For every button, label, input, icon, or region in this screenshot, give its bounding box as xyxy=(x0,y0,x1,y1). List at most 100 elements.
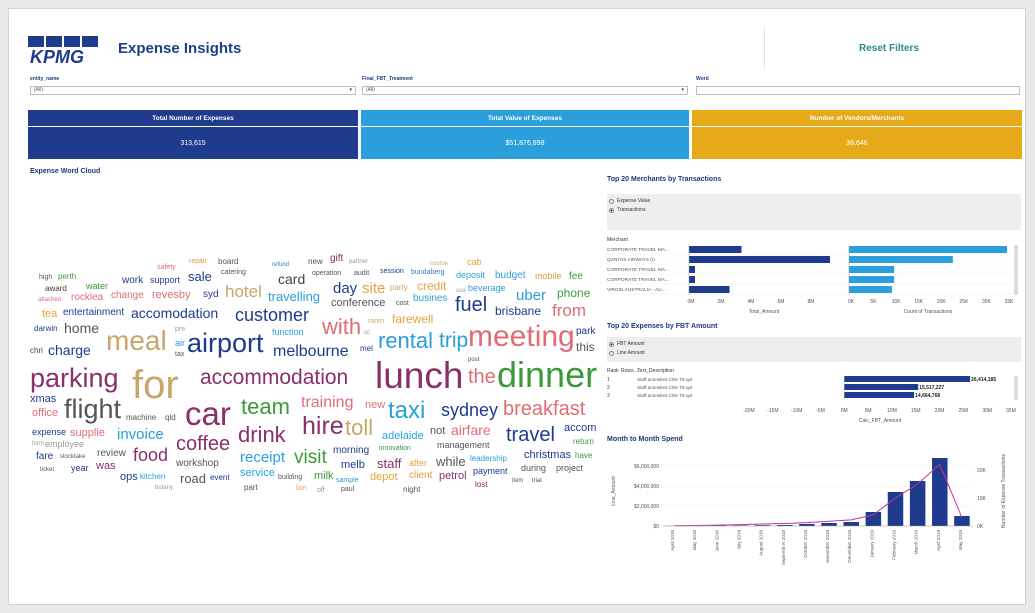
word-cloud-word[interactable]: lion xyxy=(296,485,307,492)
word-cloud-word[interactable]: petrol xyxy=(439,471,467,482)
word-cloud-word[interactable]: gift xyxy=(330,254,343,264)
word-cloud-word[interactable]: sample xyxy=(336,477,359,484)
word-cloud-word[interactable]: qld xyxy=(165,414,176,422)
word-cloud-word[interactable]: syd xyxy=(203,290,219,300)
word-cloud-word[interactable]: staff xyxy=(377,457,401,470)
word-cloud-word[interactable]: credit xyxy=(417,280,446,292)
word-cloud-word[interactable]: travel xyxy=(506,425,555,445)
word-cloud-word[interactable]: travelling xyxy=(268,290,320,303)
word-cloud-word[interactable]: item xyxy=(512,478,523,484)
word-cloud-word[interactable]: accommodation xyxy=(200,367,348,388)
word-cloud-word[interactable]: function xyxy=(272,328,304,337)
word-cloud-word[interactable]: party xyxy=(390,284,408,292)
word-cloud-word[interactable]: kitchen xyxy=(140,473,165,481)
word-cloud-word[interactable]: audit xyxy=(354,270,369,277)
word-cloud-word[interactable]: uber xyxy=(516,288,546,303)
word-cloud-word[interactable]: melb xyxy=(341,460,365,471)
word-cloud-word[interactable]: cab xyxy=(467,258,482,267)
word-cloud-word[interactable]: expense xyxy=(32,428,66,437)
word-cloud-word[interactable]: fee xyxy=(569,272,583,282)
word-cloud-word[interactable]: service xyxy=(240,468,275,479)
word-cloud-word[interactable]: flight xyxy=(64,396,121,423)
word-cloud-word[interactable]: safety xyxy=(157,264,176,271)
radio-fbt-amount[interactable]: FBT Amount xyxy=(609,341,645,347)
word-cloud-word[interactable]: rental xyxy=(378,330,433,352)
word-cloud-word[interactable]: ticket xyxy=(40,467,54,473)
word-cloud-word[interactable]: night xyxy=(403,486,420,494)
word-cloud-word[interactable]: trip xyxy=(439,330,468,351)
word-cloud-word[interactable]: parking xyxy=(30,365,119,392)
word-cloud-word[interactable]: stocktake xyxy=(60,454,85,460)
word-cloud-word[interactable]: refund xyxy=(272,262,289,268)
word-cloud-word[interactable]: leadership xyxy=(470,455,507,463)
word-cloud-word[interactable]: course xyxy=(430,261,448,267)
word-cloud-word[interactable]: sale xyxy=(188,270,212,283)
word-cloud-word[interactable]: was xyxy=(96,461,116,472)
word-cloud-word[interactable]: brisbane xyxy=(495,305,541,317)
word-cloud-word[interactable]: beverage xyxy=(468,284,506,293)
word-cloud-word[interactable]: mel xyxy=(360,345,373,353)
word-cloud-word[interactable]: building xyxy=(278,474,302,481)
word-cloud-word[interactable]: entertainment xyxy=(63,308,124,318)
word-cloud-word[interactable]: site xyxy=(362,281,385,296)
word-cloud-word[interactable]: session xyxy=(380,268,404,275)
word-cloud-word[interactable]: rocklea xyxy=(71,293,103,303)
word-cloud-word[interactable]: sc xyxy=(364,330,370,336)
word-cloud-word[interactable]: attached xyxy=(38,297,61,303)
word-cloud-word[interactable]: darwin xyxy=(34,325,58,333)
word-cloud-word[interactable]: catering xyxy=(221,269,246,276)
word-cloud-word[interactable]: food xyxy=(133,446,168,464)
word-cloud-word[interactable]: part xyxy=(244,484,258,492)
word-cloud-word[interactable]: charge xyxy=(48,343,91,357)
word-cloud-word[interactable]: room xyxy=(368,318,384,325)
word-cloud-word[interactable]: innovation xyxy=(379,445,411,452)
word-cloud-word[interactable]: not xyxy=(430,426,445,437)
word-cloud-word[interactable]: morning xyxy=(333,446,369,456)
word-cloud-word[interactable]: the xyxy=(468,367,496,387)
word-cloud-word[interactable]: customer xyxy=(235,306,309,324)
word-cloud-word[interactable]: farewell xyxy=(392,313,433,325)
word-cloud-word[interactable]: phone xyxy=(557,287,590,299)
word-cloud-word[interactable]: cost xyxy=(396,300,409,307)
word-cloud-word[interactable]: post xyxy=(468,357,479,363)
word-cloud-word[interactable]: conference xyxy=(331,298,385,309)
word-cloud-word[interactable]: christmas xyxy=(524,450,571,461)
word-cloud-word[interactable]: award xyxy=(45,285,67,293)
word-cloud-word[interactable]: for xyxy=(132,365,179,405)
word-cloud-word[interactable]: support xyxy=(150,276,180,285)
word-cloud-word[interactable]: melbourne xyxy=(273,344,349,360)
word-cloud-word[interactable]: hotel xyxy=(225,283,262,300)
word-cloud-word[interactable]: accomodation xyxy=(131,306,218,320)
word-cloud-word[interactable]: depot xyxy=(370,472,398,483)
word-cloud-word[interactable]: training xyxy=(301,395,353,411)
reset-filters-button[interactable]: Reset Filters xyxy=(764,28,1013,68)
word-cloud-word[interactable]: machine xyxy=(126,414,156,422)
word-cloud-word[interactable]: office xyxy=(32,408,58,419)
word-cloud-word[interactable]: hire xyxy=(302,414,344,439)
radio-expense-value[interactable]: Expense Value xyxy=(609,198,650,204)
word-cloud-word[interactable]: year xyxy=(71,464,89,473)
word-cloud-word[interactable]: breakfast xyxy=(503,399,585,419)
word-cloud-word[interactable]: tea xyxy=(42,309,57,320)
word-cloud-word[interactable]: lunch xyxy=(375,357,463,394)
filter-word-input[interactable] xyxy=(696,86,1020,95)
word-cloud-word[interactable]: review xyxy=(97,449,126,459)
word-cloud-word[interactable]: after xyxy=(409,459,427,468)
word-cloud-word[interactable]: meeting xyxy=(468,322,575,352)
word-cloud-word[interactable]: repair xyxy=(189,258,207,265)
word-cloud-word[interactable]: drink xyxy=(238,424,286,446)
word-cloud-word[interactable]: from xyxy=(552,302,586,319)
word-cloud-word[interactable]: board xyxy=(218,258,238,266)
word-cloud-word[interactable]: bundaberg xyxy=(411,269,444,276)
word-cloud-word[interactable]: event xyxy=(210,474,230,482)
word-cloud-word[interactable]: partner xyxy=(349,259,368,265)
word-cloud-word[interactable]: revesby xyxy=(152,290,191,301)
word-cloud-word[interactable]: day xyxy=(333,281,357,296)
word-cloud-word[interactable]: taxi xyxy=(388,399,425,423)
word-cloud-word[interactable]: have xyxy=(575,452,592,460)
word-cloud-word[interactable]: ops xyxy=(120,472,138,483)
word-cloud-word[interactable]: new xyxy=(365,400,385,411)
word-cloud-word[interactable]: milk xyxy=(314,471,334,482)
word-cloud-word[interactable]: form xyxy=(32,441,44,447)
word-cloud-word[interactable]: water xyxy=(86,282,108,291)
